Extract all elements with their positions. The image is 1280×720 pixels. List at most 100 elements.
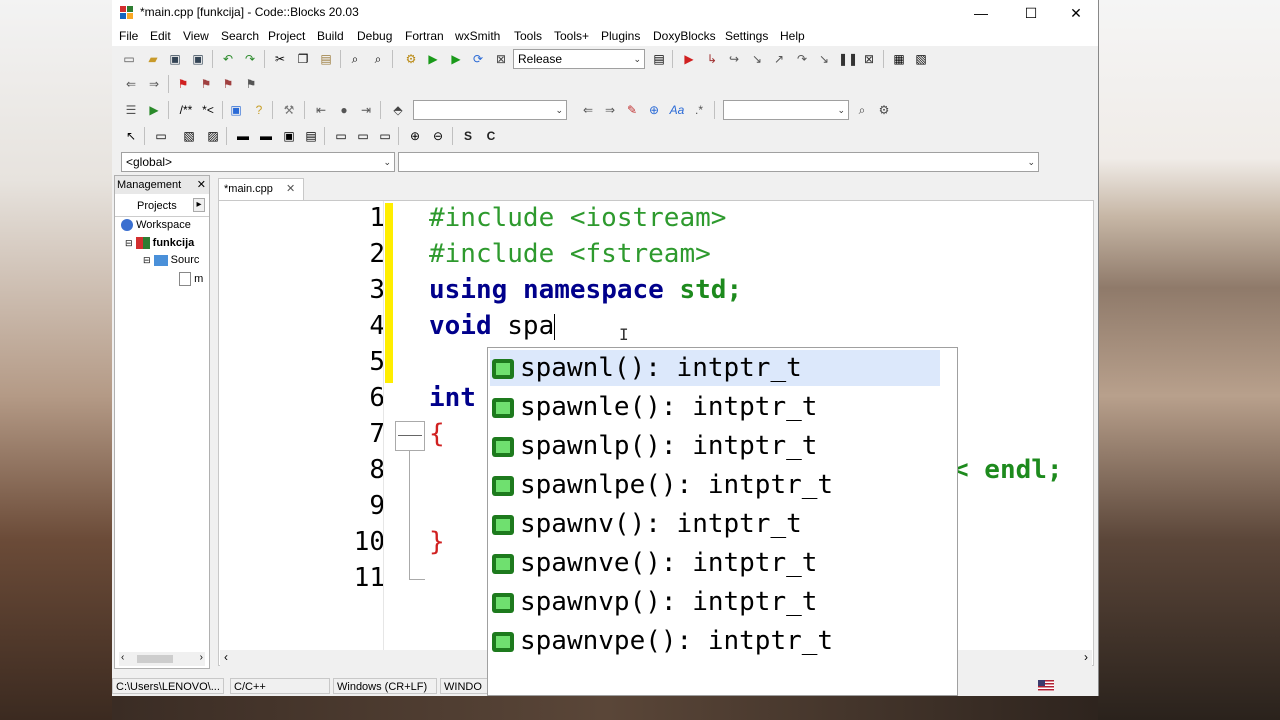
maximize-button[interactable]: ☐ xyxy=(1008,0,1054,26)
collapse-icon[interactable]: ⊟ xyxy=(125,238,133,248)
tree-workspace[interactable]: Workspace xyxy=(121,219,191,232)
debug-windows-icon[interactable]: ▦ xyxy=(890,50,908,68)
menu-build[interactable]: Build xyxy=(317,29,344,43)
redo-icon[interactable]: ↷ xyxy=(241,50,259,68)
save-icon[interactable]: ▣ xyxy=(166,50,184,68)
autocomplete-item[interactable]: spawnlp(): intptr_t xyxy=(490,428,940,464)
search-combo[interactable]: ⌄ xyxy=(413,100,567,120)
build-target-select[interactable]: Release ⌄ xyxy=(513,49,645,69)
menu-edit[interactable]: Edit xyxy=(150,29,171,43)
menu-fortran[interactable]: Fortran xyxy=(405,29,444,43)
pointer-icon[interactable]: ↖ xyxy=(122,127,140,145)
zoom-out-icon[interactable]: ⊖ xyxy=(429,127,447,145)
scroll-left-icon[interactable]: ‹ xyxy=(224,650,228,664)
keyboard-layout-flag-icon[interactable] xyxy=(1038,680,1054,691)
scope-select[interactable]: <global> ⌄ xyxy=(121,152,395,172)
search-options-icon[interactable]: ⚙ xyxy=(875,101,893,119)
jump-forward-icon[interactable]: ⇥ xyxy=(357,101,375,119)
bookmark-toggle-icon[interactable]: ⚑ xyxy=(174,75,192,93)
menu-wxsmith[interactable]: wxSmith xyxy=(455,29,500,43)
layout-7-icon[interactable]: ▭ xyxy=(376,127,394,145)
highlight-icon[interactable]: ✎ xyxy=(623,101,641,119)
autocomplete-item[interactable]: spawnve(): intptr_t xyxy=(490,545,940,581)
autocomplete-item[interactable]: spawnv(): intptr_t xyxy=(490,506,940,542)
minimize-button[interactable]: — xyxy=(958,0,1004,26)
s-icon[interactable]: S xyxy=(459,127,477,145)
scroll-right-icon[interactable]: › xyxy=(200,652,203,663)
tree-project[interactable]: ⊟ funkcija xyxy=(125,237,194,250)
layout-3-icon[interactable]: ▣ xyxy=(280,127,298,145)
bookmark-clear-icon[interactable]: ⚑ xyxy=(242,75,260,93)
debug-start-icon[interactable]: ▶ xyxy=(680,50,698,68)
pause-icon[interactable]: ❚❚ xyxy=(838,50,858,68)
tree-file-main[interactable]: m xyxy=(179,272,203,286)
bookmark-next-icon[interactable]: ⚑ xyxy=(219,75,237,93)
undo-icon[interactable]: ↶ xyxy=(219,50,237,68)
step-out-icon[interactable]: ↗ xyxy=(770,50,788,68)
forward-arrow-icon[interactable]: ⇒ xyxy=(145,75,163,93)
menu-file[interactable]: File xyxy=(119,29,138,43)
symbol-search-combo[interactable]: ⌄ xyxy=(723,100,849,120)
abort-icon[interactable]: ⊠ xyxy=(492,50,510,68)
scroll-left-icon[interactable]: ‹ xyxy=(121,652,124,663)
menu-settings[interactable]: Settings xyxy=(725,29,768,43)
build-options-icon[interactable]: ▤ xyxy=(650,50,668,68)
match-case-icon[interactable]: Aa xyxy=(668,101,686,119)
regex-icon[interactable]: .* xyxy=(690,101,708,119)
menu-tools[interactable]: Tools xyxy=(514,29,542,43)
menu-tools-plus[interactable]: Tools+ xyxy=(554,29,589,43)
scroll-right-icon[interactable]: › xyxy=(1084,650,1088,664)
run-to-cursor-icon[interactable]: ↳ xyxy=(703,50,721,68)
open-icon[interactable]: ▰ xyxy=(144,50,162,68)
step-into-icon[interactable]: ↘ xyxy=(748,50,766,68)
next-instruction-icon[interactable]: ↷ xyxy=(793,50,811,68)
close-icon[interactable]: ✕ xyxy=(197,176,206,194)
menu-plugins[interactable]: Plugins xyxy=(601,29,640,43)
editor-tab-main[interactable]: *main.cpp ✕ xyxy=(218,178,304,200)
menu-search[interactable]: Search xyxy=(221,29,259,43)
insert-before-icon[interactable]: ▧ xyxy=(180,127,198,145)
layout-5-icon[interactable]: ▭ xyxy=(332,127,350,145)
layout-2-icon[interactable]: ▬ xyxy=(257,127,275,145)
jump-back-icon[interactable]: ⇤ xyxy=(312,101,330,119)
autocomplete-item[interactable]: spawnvpe(): intptr_t xyxy=(490,623,940,659)
tree-hscrollbar[interactable]: ‹ › xyxy=(119,652,205,666)
autocomplete-item[interactable]: spawnvp(): intptr_t xyxy=(490,584,940,620)
zoom-in-icon[interactable]: ⊕ xyxy=(406,127,424,145)
search-icon[interactable]: ⌕ xyxy=(853,101,871,119)
build-gear-icon[interactable]: ⚙ xyxy=(402,50,420,68)
layout-6-icon[interactable]: ▭ xyxy=(354,127,372,145)
fold-marker-icon[interactable] xyxy=(395,421,425,451)
menu-debug[interactable]: Debug xyxy=(357,29,392,43)
build-run-icon[interactable]: ▶ xyxy=(447,50,465,68)
find-icon[interactable]: ⌕ xyxy=(346,50,364,68)
debug-info-icon[interactable]: ▧ xyxy=(912,50,930,68)
find-next-icon[interactable]: ⇒ xyxy=(601,101,619,119)
function-select[interactable]: ⌄ xyxy=(398,152,1039,172)
copy-icon[interactable]: ❐ xyxy=(294,50,312,68)
autocomplete-item[interactable]: spawnle(): intptr_t xyxy=(490,389,940,425)
cut-icon[interactable]: ✂ xyxy=(271,50,289,68)
doxy-help-icon[interactable]: ? xyxy=(250,101,268,119)
run-script-icon[interactable]: ▶ xyxy=(145,101,163,119)
comment-block-icon[interactable]: /** xyxy=(175,101,197,119)
comment-line-icon[interactable]: *< xyxy=(198,101,218,119)
collapse-icon[interactable]: ⊟ xyxy=(143,255,151,265)
back-arrow-icon[interactable]: ⇐ xyxy=(122,75,140,93)
close-icon[interactable]: ✕ xyxy=(286,182,295,195)
save-all-icon[interactable]: ▣ xyxy=(189,50,207,68)
tree-sources-folder[interactable]: ⊟ Sourc xyxy=(143,254,199,266)
menu-view[interactable]: View xyxy=(183,29,209,43)
insert-into-icon[interactable]: ▭ xyxy=(152,127,170,145)
step-instruction-icon[interactable]: ↘ xyxy=(815,50,833,68)
next-line-icon[interactable]: ↪ xyxy=(725,50,743,68)
scroll-thumb[interactable] xyxy=(137,655,173,663)
close-button[interactable]: ✕ xyxy=(1053,0,1099,26)
tag-icon[interactable]: ⬘ xyxy=(389,101,407,119)
rebuild-icon[interactable]: ⟳ xyxy=(469,50,487,68)
doxy-run-icon[interactable]: ▣ xyxy=(227,101,245,119)
jump-mark-icon[interactable]: ● xyxy=(335,101,353,119)
layout-1-icon[interactable]: ▬ xyxy=(234,127,252,145)
tab-scroll-arrow[interactable]: ▸ xyxy=(193,198,205,212)
stop-debug-icon[interactable]: ⊠ xyxy=(860,50,878,68)
